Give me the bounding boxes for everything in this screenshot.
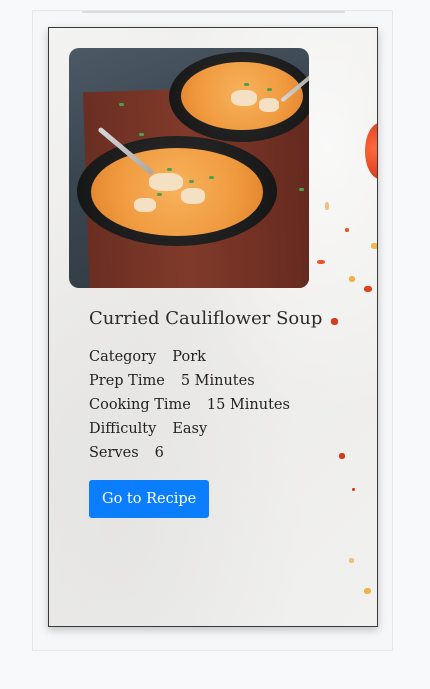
detail-value: Easy xyxy=(172,421,208,437)
recipe-details: Category Pork Prep Time 5 Minutes Cooking … xyxy=(89,345,290,465)
spice-fleck xyxy=(364,286,372,292)
detail-label: Cooking Time xyxy=(89,397,191,413)
herb-garnish xyxy=(299,188,304,191)
detail-label: Serves xyxy=(89,445,139,461)
soup xyxy=(91,148,263,236)
spice-fleck xyxy=(325,202,329,210)
detail-label: Category xyxy=(89,349,157,365)
detail-value: 15 Minutes xyxy=(206,397,290,413)
herb-garnish xyxy=(119,103,124,106)
cauliflower-piece xyxy=(181,188,205,204)
spice-fleck xyxy=(317,260,325,264)
spice-fleck xyxy=(349,558,354,563)
spice-fleck xyxy=(364,588,371,594)
spice-fleck xyxy=(352,488,355,491)
spice-fleck xyxy=(345,228,349,232)
cauliflower-piece xyxy=(259,98,279,112)
detail-cooking-time: Cooking Time 15 Minutes xyxy=(89,393,290,417)
cauliflower-piece xyxy=(149,173,183,191)
divider xyxy=(82,11,345,13)
detail-value: Pork xyxy=(172,349,206,365)
herb-garnish xyxy=(244,83,249,86)
detail-prep-time: Prep Time 5 Minutes xyxy=(89,369,290,393)
detail-value: 5 Minutes xyxy=(180,373,255,389)
detail-difficulty: Difficulty Easy xyxy=(89,417,290,441)
spice-fleck xyxy=(331,318,338,325)
detail-value: 6 xyxy=(154,445,164,461)
herb-garnish xyxy=(189,180,194,183)
herb-garnish xyxy=(209,176,214,179)
go-to-recipe-button[interactable]: Go to Recipe xyxy=(89,480,210,518)
cauliflower-piece xyxy=(231,90,257,106)
recipe-title: Curried Cauliflower Soup xyxy=(89,308,323,329)
recipe-card: Curried Cauliflower Soup Category Pork Pr… xyxy=(48,27,378,627)
detail-serves: Serves 6 xyxy=(89,441,290,465)
spice-fleck xyxy=(339,453,345,459)
detail-label: Prep Time xyxy=(89,373,165,389)
recipe-image xyxy=(69,48,309,288)
herb-garnish xyxy=(167,168,172,171)
cauliflower-piece xyxy=(134,198,156,212)
detail-label: Difficulty xyxy=(89,421,157,437)
herb-garnish xyxy=(157,193,162,196)
spice-fleck xyxy=(349,276,355,282)
herb-garnish xyxy=(139,133,144,136)
herb-garnish xyxy=(267,88,272,91)
detail-category: Category Pork xyxy=(89,345,290,369)
spice-fleck xyxy=(371,243,377,249)
